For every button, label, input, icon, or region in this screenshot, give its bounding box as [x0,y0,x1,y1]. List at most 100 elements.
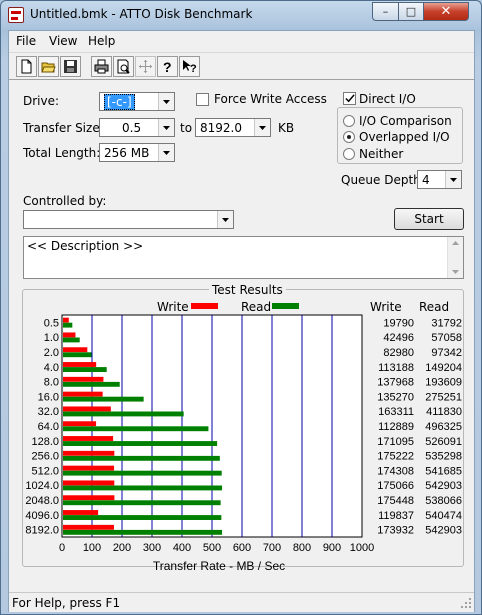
read-bar [63,322,73,328]
write-bar [63,480,115,486]
maximize-button[interactable]: □ [398,2,424,21]
y-tick-label: 256.0 [31,451,59,463]
neither-label: Neither [359,147,404,161]
to-label: to [180,121,193,135]
force-write-checkbox[interactable] [196,93,209,106]
write-value: 135270 [377,391,414,403]
toolbar: ? ? [9,52,474,80]
queue-depth-label: Queue Depth: [341,173,425,187]
y-tick-label: 128.0 [31,436,59,448]
read-value: 193609 [425,377,462,389]
write-value: 19790 [383,317,414,329]
transfer-size-label: Transfer Size: [23,121,104,135]
chevron-down-icon [158,93,174,110]
read-bar [63,426,209,432]
x-axis-label: Transfer Rate - MB / Sec [153,559,285,573]
queue-depth-value: 4 [422,173,430,187]
save-button[interactable] [60,56,81,77]
write-value: 171095 [377,436,414,448]
description-scrollbar[interactable] [447,237,463,278]
menu-file[interactable]: File [16,34,36,48]
drive-select[interactable]: [-c-] [99,92,175,111]
resize-grip-icon[interactable] [461,598,472,609]
y-tick-label: 8192.0 [25,525,59,537]
start-button[interactable]: Start [394,208,464,230]
read-bar [63,381,120,387]
write-bar [63,421,97,427]
scroll-down-icon [452,270,459,274]
x-tick-label: 0 [59,542,65,554]
chevron-down-icon [158,119,174,136]
help-button[interactable]: ? [157,56,178,77]
drive-value: [-c-] [104,94,135,110]
chevron-down-icon [217,211,233,228]
description-text: << Description >> [27,239,144,253]
total-length-select[interactable]: 256 MB [99,143,175,162]
context-help-icon: ? [183,60,197,74]
y-tick-label: 1.0 [44,332,59,344]
read-value: 31792 [431,317,462,329]
read-bar [63,455,220,461]
write-bar [63,362,97,367]
overlapped-io-radio[interactable] [343,131,355,143]
atto-app-icon [8,7,24,23]
read-value: 97342 [431,347,462,359]
save-icon [64,60,77,73]
x-tick-label: 300 [143,542,161,554]
checkmark-icon [344,93,355,102]
print-button[interactable] [91,56,112,77]
overlapped-io-label: Overlapped I/O [359,130,450,144]
y-tick-label: 2.0 [44,347,59,359]
menu-help[interactable]: Help [88,34,115,48]
maximize-icon: □ [405,5,417,18]
move-button[interactable] [135,56,156,77]
close-icon: ✕ [440,4,452,19]
neither-radio[interactable] [343,148,355,160]
write-value: 174308 [377,465,414,477]
scroll-up-icon [452,241,459,245]
menu-bar: File View Help [9,31,474,51]
open-icon [41,62,56,73]
results-chart: 0.5 1.0 2.0 4.0 8.0 16.0 32.0 64.0 128.0 256.0 512… [25,314,462,573]
kb-label: KB [278,121,295,135]
controlled-by-label: Controlled by: [23,194,107,208]
description-textarea[interactable]: << Description >> [23,236,464,279]
controlled-by-select[interactable] [23,210,234,229]
svg-text:?: ? [190,63,197,74]
new-button[interactable] [16,56,37,77]
write-legend-label: Write [157,300,189,314]
context-help-button[interactable]: ? [179,56,200,77]
open-button[interactable] [38,56,59,77]
read-value: 526091 [425,436,462,448]
write-value: 175448 [377,495,414,507]
read-bar [63,485,223,491]
x-tick-label: 100 [83,542,101,554]
read-bar [63,396,144,402]
y-tick-label: 4.0 [44,362,59,374]
read-bar [63,352,92,358]
read-value: 57058 [431,332,462,344]
read-legend-swatch [272,303,299,309]
title-bar[interactable]: Untitled.bmk - ATTO Disk Benchmark – □ ✕ [1,1,481,29]
write-value: 163311 [378,406,414,418]
y-tick-label: 16.0 [38,391,59,403]
read-value: 540474 [425,510,462,522]
menu-view[interactable]: View [49,34,77,48]
direct-io-checkbox[interactable] [343,92,356,105]
read-bar [63,529,223,535]
close-button[interactable]: ✕ [423,2,469,21]
transfer-from-select[interactable]: 0.5 [99,118,175,137]
read-bar [63,337,80,343]
read-value: 411830 [426,406,462,418]
write-value: 112889 [378,421,414,433]
x-tick-label: 900 [323,542,341,554]
io-comparison-radio[interactable] [343,115,355,127]
minimize-button[interactable]: – [372,2,399,21]
read-bar [63,367,107,372]
write-bar [63,391,103,397]
queue-depth-select[interactable]: 4 [417,170,462,189]
write-value: 82980 [383,347,414,359]
print-preview-button[interactable] [113,56,134,77]
transfer-to-select[interactable]: 8192.0 [195,118,271,137]
x-tick-label: 500 [203,542,221,554]
